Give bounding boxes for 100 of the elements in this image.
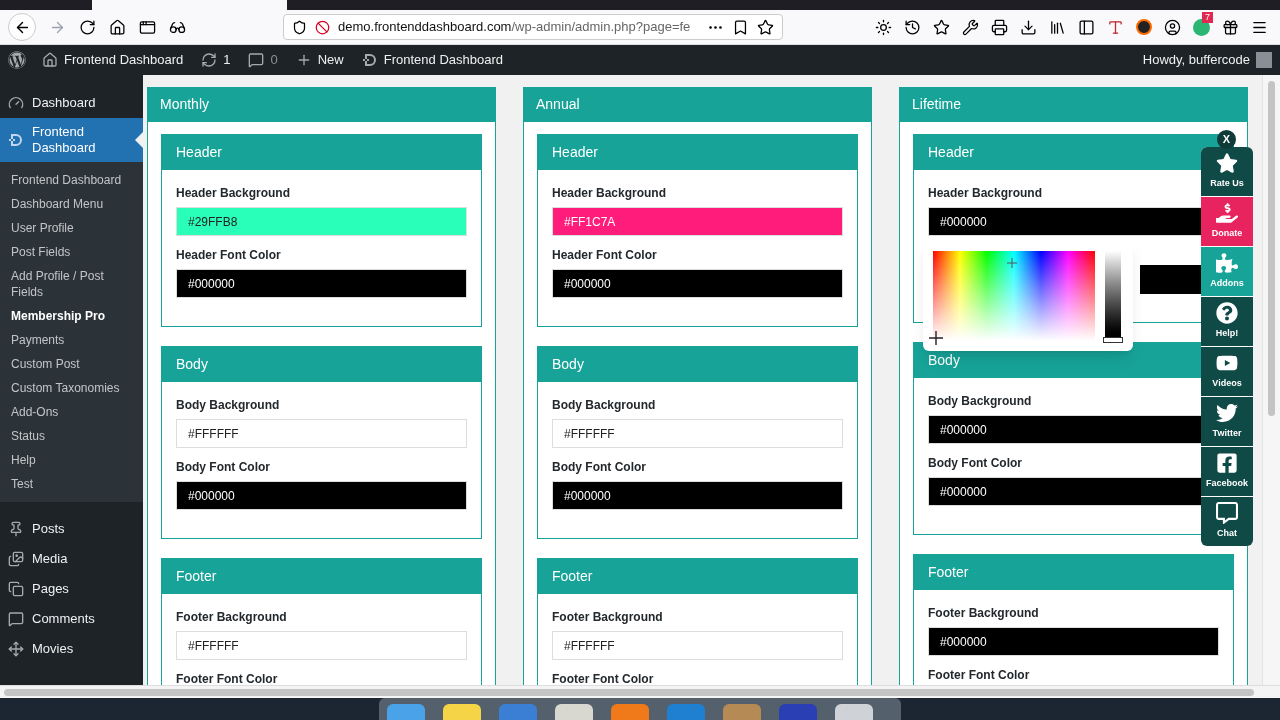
admin-bar-item[interactable]: Frontend Dashboard: [361, 50, 503, 70]
color-input[interactable]: #000000: [928, 477, 1203, 506]
sidebar-menu-item[interactable]: Movies: [0, 634, 143, 664]
home-icon[interactable]: [109, 18, 126, 36]
submenu-item[interactable]: Membership Pro: [0, 304, 143, 328]
media-icon: [8, 551, 24, 567]
horizontal-scrollbar[interactable]: [4, 688, 1254, 696]
field-label: Footer Font Color: [552, 671, 655, 685]
plugin-logo-icon: [8, 133, 24, 147]
admin-bar-item[interactable]: 1: [201, 50, 231, 70]
color-input[interactable]: #000000: [928, 207, 1203, 236]
color-input[interactable]: #000000: [552, 481, 843, 510]
admin-bar-item[interactable]: 0: [248, 50, 278, 70]
submenu-item[interactable]: Custom Taxonomies: [0, 376, 143, 400]
submenu-item[interactable]: Dashboard Menu: [0, 192, 143, 216]
letter-t-icon[interactable]: [1107, 18, 1124, 36]
pin-icon: [8, 521, 24, 537]
gauge-icon: [8, 95, 24, 111]
color-input[interactable]: #FFFFFF: [552, 631, 843, 660]
color-input[interactable]: #000000: [176, 269, 467, 298]
side-panel-button[interactable]: Rate Us: [1201, 147, 1253, 196]
sidebar-icon[interactable]: [1078, 18, 1095, 36]
printer-icon[interactable]: [991, 18, 1008, 36]
star-icon: [1216, 152, 1238, 175]
color-input[interactable]: #000000: [552, 269, 843, 298]
side-panel-button[interactable]: Help!: [1201, 297, 1253, 346]
library-icon[interactable]: [1049, 18, 1066, 36]
hand-dollar-icon: [1216, 202, 1238, 225]
wrench-icon[interactable]: [962, 18, 979, 36]
submenu-item[interactable]: User Profile: [0, 216, 143, 240]
field-label: Header Background: [928, 185, 1044, 202]
admin-bar-item[interactable]: New: [295, 50, 344, 70]
comment-icon: [8, 611, 24, 627]
color-input[interactable]: #29FFB8: [176, 207, 467, 236]
sidebar-menu-item[interactable]: Frontend Dashboard: [0, 118, 143, 162]
submenu-item[interactable]: Post Fields: [0, 240, 143, 264]
submenu-item[interactable]: Custom Post: [0, 352, 143, 376]
side-panel-button[interactable]: Facebook: [1201, 447, 1253, 496]
side-panel-button[interactable]: Videos: [1201, 347, 1253, 396]
color-input[interactable]: #FFFFFF: [176, 419, 467, 448]
submenu-item[interactable]: Help: [0, 448, 143, 472]
card-title: Footer: [162, 559, 481, 594]
field-label: Footer Background: [552, 609, 664, 626]
submenu-item[interactable]: Add-Ons: [0, 400, 143, 424]
account-link[interactable]: Howdy, buffercode: [1142, 50, 1250, 70]
color-input[interactable]: #FFFFFF: [552, 419, 843, 448]
color-picker-dialog[interactable]: [923, 241, 1133, 351]
history-icon[interactable]: [904, 18, 921, 36]
side-panel-button[interactable]: Chat: [1201, 497, 1253, 546]
sidebar-menu-item[interactable]: Media: [0, 544, 143, 574]
color-input[interactable]: #000000: [176, 481, 467, 510]
star-icon[interactable]: [933, 18, 950, 36]
reload-icon[interactable]: [79, 18, 96, 36]
field-label: Footer Background: [176, 609, 288, 626]
submenu-item[interactable]: Payments: [0, 328, 143, 352]
window-icon[interactable]: [139, 18, 156, 36]
submenu-item[interactable]: Frontend Dashboard: [0, 168, 143, 192]
download-icon[interactable]: [1020, 18, 1037, 36]
notification-badge: 7: [1202, 11, 1213, 23]
address-bar[interactable]: demo.frontenddashboard.com/wp-admin/admin.php?page=fe: [283, 14, 783, 40]
field-label: Footer Font Color: [928, 667, 1031, 684]
submenu-item[interactable]: Test: [0, 472, 143, 496]
wordpress-logo-icon[interactable]: [8, 51, 26, 69]
color-input[interactable]: #FF1C7A: [552, 207, 843, 236]
card-title: Body: [162, 347, 481, 382]
side-panel-button[interactable]: Twitter: [1201, 397, 1253, 446]
plan-title: Annual: [524, 87, 871, 122]
color-input[interactable]: #000000: [928, 415, 1203, 444]
field-label: Body Background: [176, 397, 281, 414]
card-title: Footer: [914, 555, 1233, 590]
crosshair-icon[interactable]: [929, 331, 943, 345]
color-input[interactable]: [1140, 265, 1203, 294]
sidebar-menu-item[interactable]: Dashboard: [0, 88, 143, 118]
account-icon[interactable]: [1164, 18, 1181, 36]
submenu-item[interactable]: Add Profile / Post Fields: [0, 264, 143, 304]
admin-bar-item[interactable]: Frontend Dashboard: [42, 50, 184, 70]
color-input[interactable]: #FFFFFF: [176, 631, 467, 660]
crosshair-icon[interactable]: [1007, 258, 1017, 268]
card-title: Header: [538, 135, 857, 170]
slider-handle[interactable]: [1103, 337, 1123, 343]
field-label: Footer Font Color: [176, 671, 279, 685]
color-input[interactable]: #000000: [928, 627, 1219, 656]
home-icon: [42, 52, 58, 68]
bookmark-star-icon[interactable]: [757, 18, 774, 36]
gift-icon[interactable]: [1222, 18, 1239, 36]
shield-icon[interactable]: [292, 19, 307, 35]
sidebar-menu-item[interactable]: Posts: [0, 514, 143, 544]
sidebar-menu-item[interactable]: Pages: [0, 574, 143, 604]
submenu-item[interactable]: Status: [0, 424, 143, 448]
back-button[interactable]: [8, 13, 36, 41]
refresh-icon: [201, 52, 218, 68]
sun-icon[interactable]: [875, 18, 892, 36]
card-title: Header: [162, 135, 481, 170]
insecure-icon: [315, 19, 330, 35]
field-label: Header Background: [552, 185, 668, 202]
sidebar-menu-item[interactable]: Comments: [0, 604, 143, 634]
lightness-slider[interactable]: [1105, 251, 1121, 341]
field-label: Body Font Color: [176, 459, 271, 476]
vertical-scrollbar[interactable]: [1268, 81, 1275, 416]
side-panel-button[interactable]: Donate: [1201, 197, 1253, 246]
